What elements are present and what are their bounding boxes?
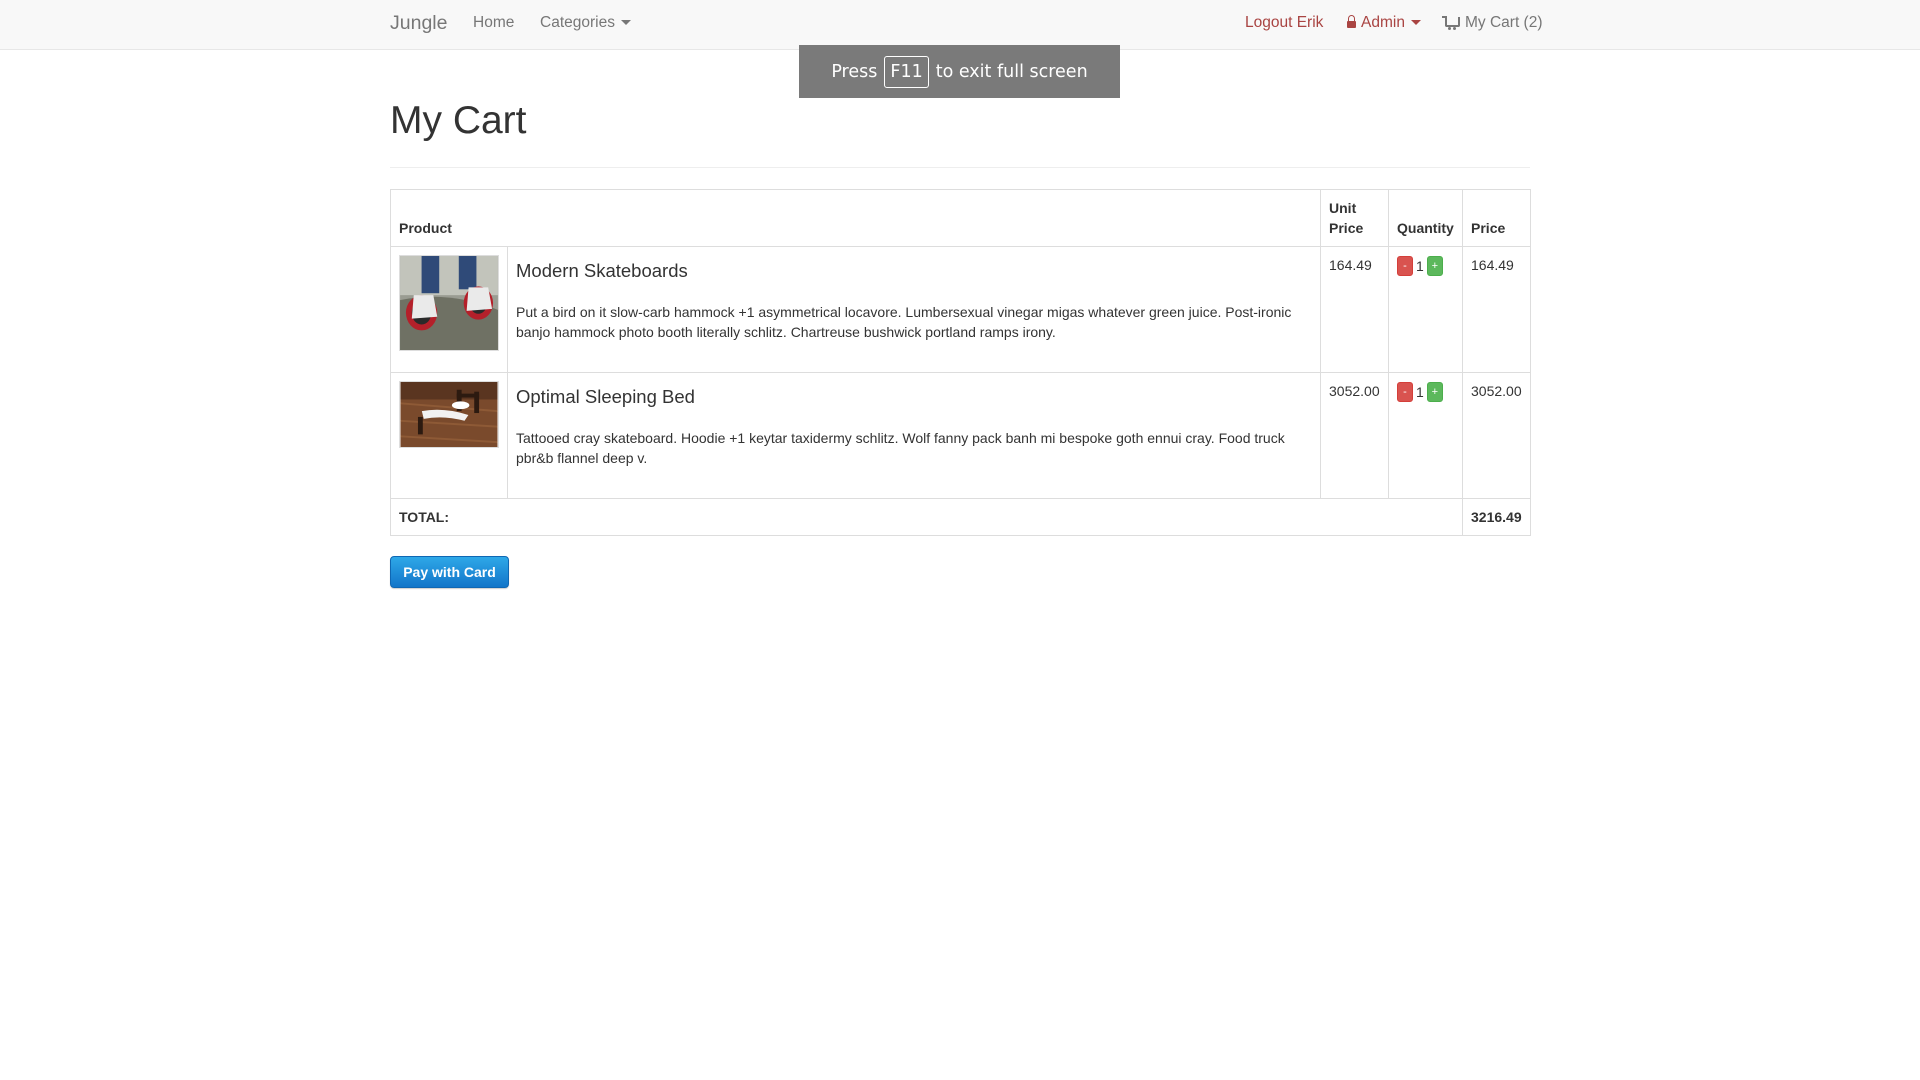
brand-link[interactable]: Jungle	[390, 0, 447, 50]
price-cell: 164.49	[1462, 246, 1532, 373]
caret-down-icon	[1410, 20, 1421, 26]
admin-label: Admin	[1361, 14, 1405, 31]
quantity-value: 1	[1416, 258, 1424, 275]
product-name[interactable]: Optimal Sleeping Bed	[516, 387, 1312, 407]
total-label: TOTAL:	[389, 498, 1464, 536]
table-header-row: Product Unit Price Quantity Price	[389, 189, 1532, 247]
unit-price-cell: 3052.00	[1320, 372, 1390, 499]
header-unit-price: Unit Price	[1320, 189, 1390, 247]
nav-categories-dropdown[interactable]: Categories	[540, 0, 631, 50]
product-info-cell: Optimal Sleeping Bed Tattooed cray skate…	[506, 372, 1322, 499]
product-image-skateboards[interactable]	[399, 255, 499, 351]
my-cart-link[interactable]: My Cart (2)	[1442, 0, 1543, 50]
quantity-value: 1	[1416, 384, 1424, 401]
top-navbar: Jungle Home Categories Logout Erik Admin…	[0, 0, 1920, 50]
total-row: TOTAL: 3216.49	[389, 498, 1532, 536]
header-product: Product	[389, 189, 1322, 247]
table-row: Optimal Sleeping Bed Tattooed cray skate…	[390, 372, 1532, 499]
f11-key: F11	[884, 55, 929, 88]
product-image-cell	[390, 372, 508, 499]
price-cell: 3052.00	[1462, 372, 1532, 499]
decrease-quantity-button[interactable]: -	[1397, 382, 1414, 403]
product-name[interactable]: Modern Skateboards	[516, 261, 1312, 281]
categories-label: Categories	[540, 14, 615, 31]
logout-link[interactable]: Logout Erik	[1245, 0, 1323, 50]
total-value: 3216.49	[1462, 498, 1532, 536]
lock-icon	[1347, 15, 1356, 28]
header-price: Price	[1462, 189, 1532, 247]
my-cart-label: My Cart (2)	[1465, 14, 1543, 31]
increase-quantity-button[interactable]: +	[1426, 382, 1443, 403]
fullscreen-press-text: Press	[831, 61, 878, 82]
nav-home-link[interactable]: Home	[473, 0, 514, 50]
table-row: Modern Skateboards Put a bird on it slow…	[390, 246, 1532, 373]
fullscreen-notice: Press F11 to exit full screen	[799, 45, 1120, 98]
fullscreen-exit-text: to exit full screen	[935, 61, 1088, 82]
product-description: Tattooed cray skateboard. Hoodie +1 keyt…	[516, 430, 1285, 466]
caret-down-icon	[620, 20, 631, 26]
increase-quantity-button[interactable]: +	[1426, 256, 1443, 277]
product-image-cell	[390, 246, 508, 373]
product-description: Put a bird on it slow-carb hammock +1 as…	[516, 304, 1292, 340]
quantity-cell: -1 +	[1388, 372, 1464, 499]
admin-dropdown[interactable]: Admin	[1347, 0, 1421, 50]
header-quantity: Quantity	[1388, 189, 1464, 247]
cart-table: Product Unit Price Quantity Price Modern…	[389, 189, 1532, 536]
quantity-cell: -1 +	[1388, 246, 1464, 373]
decrease-quantity-button[interactable]: -	[1397, 256, 1414, 277]
title-divider	[390, 167, 1530, 168]
product-info-cell: Modern Skateboards Put a bird on it slow…	[506, 246, 1322, 373]
pay-with-card-button[interactable]: Pay with Card	[390, 556, 509, 588]
product-image-sleeping-bed[interactable]	[399, 381, 499, 448]
page-title: My Cart	[390, 99, 527, 142]
shopping-cart-icon	[1442, 16, 1460, 30]
unit-price-cell: 164.49	[1320, 246, 1390, 373]
